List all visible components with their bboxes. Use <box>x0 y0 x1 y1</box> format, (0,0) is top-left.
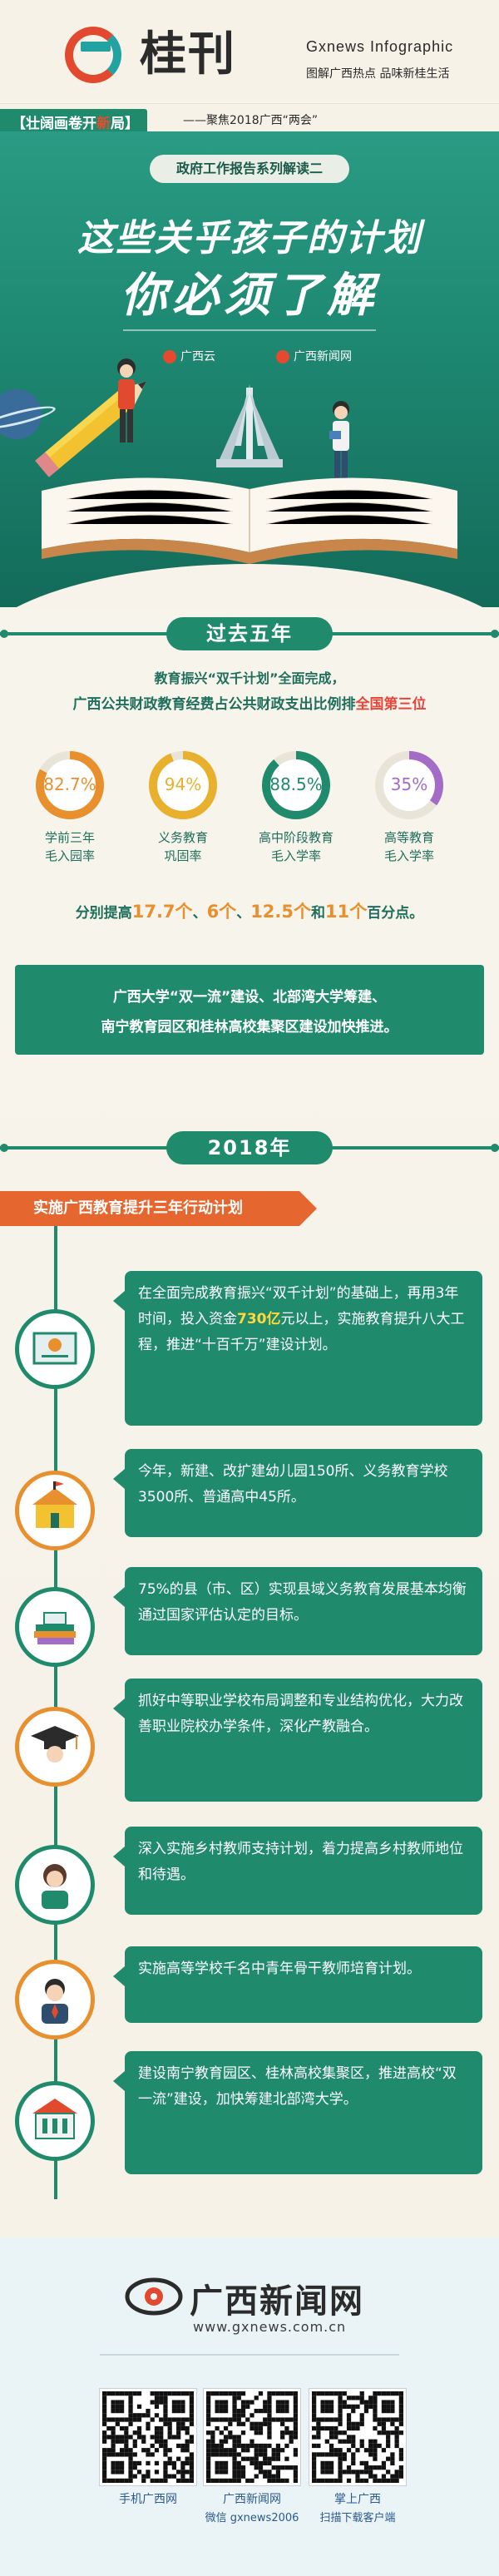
school-icon <box>15 1471 95 1550</box>
footer-divider <box>100 2354 399 2356</box>
increase-sep-2: 、 <box>236 905 251 922</box>
qr-pattern <box>206 2391 298 2483</box>
action-plan-ribbon: 实施广西教育提升三年行动计划 <box>0 1191 317 1226</box>
ring-label-line1: 学前三年 <box>44 830 95 845</box>
ring-value: 35% <box>390 774 428 794</box>
section-title-past: 过去五年 <box>166 617 333 650</box>
qr-pattern <box>312 2391 403 2483</box>
qr-sublabel: 扫描下载客户端 <box>319 2512 396 2524</box>
increase-value-2: 6个 <box>206 902 237 922</box>
plan-item-3: 75%的县（市、区）实现县域义务教育发展基本均衡通过国家评估认定的目标。 <box>113 1567 482 1655</box>
past-intro-line2: 广西公共财政教育经费占公共财政支出比例排全国第三位 <box>0 692 499 713</box>
title-divider <box>123 329 376 331</box>
past-intro-line2-text: 广西公共财政教育经费占公共财政支出比例排 <box>72 696 356 713</box>
media-guangxiyun-label: 广西云 <box>180 350 215 363</box>
logo-bar-icon <box>81 42 111 52</box>
ring-label-line2: 巩固率 <box>164 848 202 863</box>
ring-chart-2: 94% <box>146 749 220 822</box>
qr-pattern <box>102 2391 194 2483</box>
hero-title-line1: 这些关乎孩子的计划 <box>77 217 422 260</box>
series-subtitle: ——聚焦2018广西“两会” <box>183 114 319 127</box>
building-icon <box>216 384 283 467</box>
plan-item-6: 实施高等学校千名中青年骨干教师培育计划。 <box>113 1946 482 2023</box>
logo-ring-icon <box>65 27 121 83</box>
hero-banner: 政府工作报告系列解读二 这些关乎孩子的计划 你必须了解 广西云 广西新闻网 <box>0 131 499 607</box>
past-intro-rank: 全国第三位 <box>355 696 427 713</box>
qr-code-1[interactable] <box>100 2389 196 2485</box>
media-guangxiyun: 广西云 <box>163 348 215 364</box>
university-building-icon <box>15 2081 95 2161</box>
series-bar: 【壮阔画卷开新局】 ——聚焦2018广西“两会” <box>0 103 499 135</box>
books-icon <box>15 1587 95 1667</box>
series-label-prefix: 【壮阔画卷开 <box>12 116 96 132</box>
qr-label: 掌上广西 <box>334 2493 381 2506</box>
gxnews-eye-logo-icon <box>125 2277 183 2316</box>
university-news-box: 广西大学“双一流”建设、北部湾大学筹建、 南宁教育园区和桂林高校集聚区建设加快推… <box>15 965 484 1055</box>
media-gxnews-label: 广西新闻网 <box>294 350 352 363</box>
plan-item-5: 深入实施乡村教师支持计划，着力提高乡村教师地位和待遇。 <box>113 1827 482 1915</box>
ring-label-line1: 高中阶段教育 <box>258 830 333 845</box>
brand-tagline: 图解广西热点 品味新桂生活 <box>306 67 450 81</box>
increase-value-3: 12.5个 <box>250 902 312 922</box>
news-line-1: 广西大学“双一流”建设、北部湾大学筹建、 <box>112 989 387 1006</box>
section-title-2018: 2018年 <box>166 1131 333 1164</box>
ring-label-line2: 毛入学率 <box>270 848 321 863</box>
guangxiyun-logo-icon <box>163 350 176 363</box>
footer-url[interactable]: www.gxnews.com.cn <box>193 2319 346 2335</box>
top-header: 桂刊 Gxnews Infographic 图解广西热点 品味新桂生活 <box>0 0 499 101</box>
series-label-suffix: 局】 <box>111 116 139 132</box>
ring-label: 学前三年 毛入园率 <box>24 828 116 865</box>
increase-line: 分别提高17.7个、6个、12.5个和11个百分点。 <box>0 898 499 923</box>
section-header-2018: 2018年 <box>0 1131 499 1164</box>
ring-value: 94% <box>164 774 202 794</box>
teacher-female-icon <box>15 1845 95 1925</box>
teacher-male-icon <box>15 1960 95 2040</box>
ring-label-line2: 毛入学率 <box>383 848 434 863</box>
plan-item-7: 建设南宁教育园区、桂林高校集聚区，推进高校“双一流”建设，加快筹建北部湾大学。 <box>113 2051 482 2174</box>
media-gxnews: 广西新闻网 <box>276 348 352 364</box>
qr-code-2[interactable] <box>204 2389 300 2485</box>
increase-prefix: 分别提高 <box>75 905 132 922</box>
increase-value-1: 17.7个 <box>131 902 193 922</box>
girl-figure-icon <box>117 358 136 443</box>
footer: 广西新闻网 www.gxnews.com.cn 手机广西网 广西新闻网 微信 gxn… <box>0 2237 499 2576</box>
ring-label-line2: 毛入园率 <box>44 848 95 863</box>
ring-label: 高中阶段教育 毛入学率 <box>250 828 342 865</box>
increase-suffix: 百分点。 <box>367 905 424 922</box>
gk-logo <box>65 18 144 85</box>
graduate-icon <box>15 1707 95 1787</box>
plan-item-1: 在全面完成教育振兴“双千计划”的基础上，再用3年时间，投入资金730亿元以上，实… <box>113 1271 482 1426</box>
brand-name: 桂刊 <box>140 27 236 82</box>
ring-chart-1: 82.7% <box>33 749 106 822</box>
ring-chart-4: 35% <box>373 749 446 822</box>
footer-logo-text: 广西新闻网 <box>190 2282 364 2321</box>
ring-label: 义务教育 巩固率 <box>137 828 229 865</box>
ring-value: 88.5% <box>269 774 323 794</box>
past-intro-line1: 教育振兴“双千计划”全面完成， <box>154 670 345 686</box>
ring-value: 82.7% <box>43 774 96 794</box>
series-pill: 政府工作报告系列解读二 <box>150 155 349 183</box>
brand-english: Gxnews Infographic <box>306 38 454 55</box>
hero-title-line2: 你必须了解 <box>121 269 378 323</box>
increase-value-4: 11个 <box>325 902 368 922</box>
increase-and: 和 <box>311 905 326 922</box>
gxnews-logo-icon <box>276 350 289 363</box>
series-label-accent: 新 <box>96 116 111 132</box>
section-header-past: 过去五年 <box>0 617 499 650</box>
qr-code-3[interactable] <box>309 2389 406 2485</box>
increase-sep-1: 、 <box>192 905 207 922</box>
ring-label-line1: 义务教育 <box>157 830 208 845</box>
ring-label: 高等教育 毛入学率 <box>363 828 455 865</box>
plan-item-1-highlight: 730亿 <box>237 1311 281 1328</box>
certificate-icon <box>15 1309 95 1389</box>
plan-item-2: 今年，新建、改扩建幼儿园150所、义务教育学校3500所、普通高中45所。 <box>113 1449 482 1537</box>
news-line-2: 南宁教育园区和桂林高校集聚区建设加快推进。 <box>101 1019 398 1036</box>
ring-label-line1: 高等教育 <box>383 830 434 845</box>
open-book-icon <box>42 477 457 564</box>
infographic-page: 桂刊 Gxnews Infographic 图解广西热点 品味新桂生活 【壮阔画… <box>0 0 499 2576</box>
plan-item-4: 抓好中等职业学校布局调整和专业结构优化，大力改善职业院校办学条件，深化产教融合。 <box>113 1679 482 1802</box>
ring-chart-3: 88.5% <box>259 749 333 822</box>
